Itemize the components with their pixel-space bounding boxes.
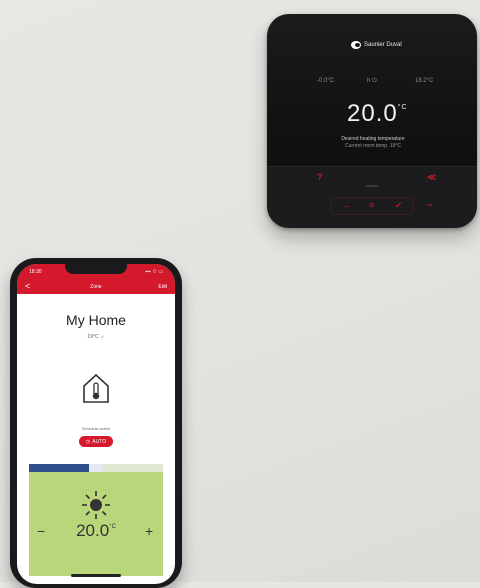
timeline-segment — [29, 464, 89, 472]
indoor-temp: 18.2°C — [415, 78, 434, 84]
phone-setpoint-unit: °C — [109, 524, 116, 530]
timeline-segment — [103, 464, 163, 472]
status-time: 18:30 — [29, 269, 42, 275]
fan-button[interactable]: ≪ — [427, 172, 436, 183]
wall-thermostat: Saunier Duval -0.0°C h ⏻ 18.2°C 20.0°C D… — [267, 14, 477, 228]
schedule-timeline[interactable] — [29, 464, 163, 472]
home-current-temp: 19°C ☼ — [87, 334, 105, 340]
sun-icon — [82, 491, 110, 519]
outdoor-temp: -0.0°C — [317, 78, 335, 84]
mode-indicator: h ⏻ — [367, 78, 377, 84]
home-title: My Home — [66, 312, 126, 328]
status-icons: ▪▪▪ ⌔ ▭ — [145, 269, 163, 275]
app-title: Zone — [90, 284, 102, 290]
phone-screen: 18:30 ▪▪▪ ⌔ ▭ < Zone Edit My Home 19°C ☼… — [17, 264, 175, 584]
timeline-segment — [89, 464, 103, 472]
brand-name: Saunier Duval — [364, 42, 402, 48]
thermostat-divider — [366, 185, 378, 187]
house-thermometer-icon — [83, 373, 109, 403]
ok-button[interactable]: ✓ — [395, 200, 403, 211]
help-button[interactable]: ? — [317, 172, 323, 182]
thermostat-brand: Saunier Duval — [351, 41, 402, 49]
increase-temp-button[interactable]: + — [145, 523, 153, 539]
thermostat-setpoint-value: 20.0 — [347, 100, 398, 127]
thermostat-desc-line2: Current room temp. 19°C — [345, 143, 401, 149]
phone-setpoint-value: 20.0 — [76, 521, 110, 540]
back-button[interactable]: ← — [343, 200, 352, 210]
menu-button[interactable]: ≡ — [369, 200, 374, 210]
edit-button[interactable]: Edit — [158, 284, 167, 290]
auto-mode-button[interactable]: ◷ AUTO — [79, 436, 113, 447]
thermostat-desc-line1: Desired heating temperature — [341, 136, 405, 142]
auto-mode-label: AUTO — [92, 438, 107, 445]
brand-logo-icon — [351, 41, 361, 49]
home-indicator — [71, 574, 121, 577]
thermostat-setpoint-unit: °C — [397, 104, 408, 111]
app-header: < Zone Edit — [17, 278, 175, 294]
minus-button[interactable]: − — [427, 200, 432, 210]
phone-notch — [65, 264, 127, 274]
schedule-label: Schedule active — [81, 426, 111, 431]
clock-icon: ◷ — [85, 438, 91, 445]
thermostat-setpoint: 20.0°C — [347, 100, 408, 128]
